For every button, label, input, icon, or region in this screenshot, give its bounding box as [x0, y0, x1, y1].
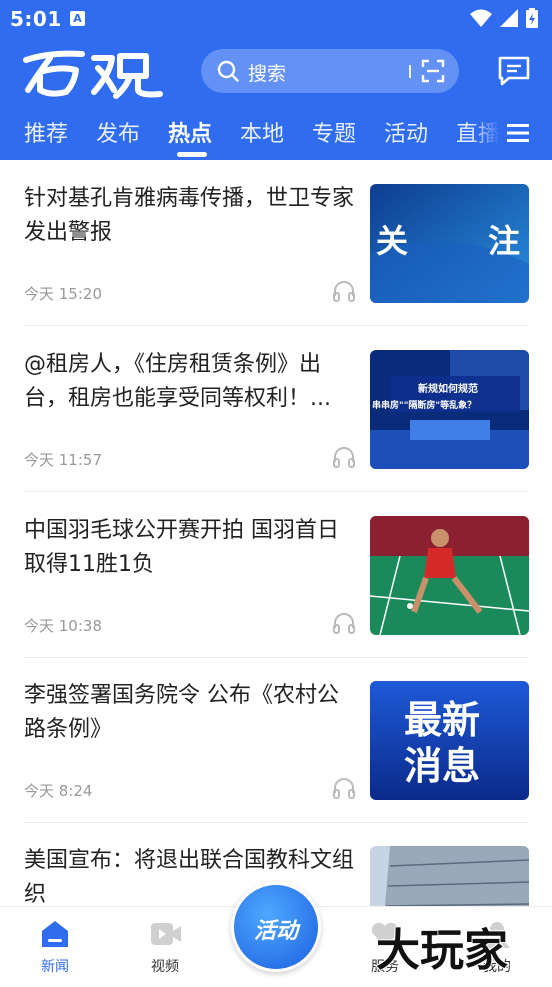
nav-label: 新闻 — [41, 959, 69, 975]
thumb-text-line2: 消息 — [404, 744, 480, 788]
tab-activities[interactable]: 活动 — [384, 116, 428, 148]
news-title: 针对基孔肯雅病毒传播，世卫专家发出警报 — [24, 186, 355, 245]
activity-label: 活动 — [253, 919, 298, 944]
search-placeholder: 搜索 — [248, 63, 287, 85]
search-icon — [217, 60, 239, 82]
tab-topics[interactable]: 专题 — [312, 116, 356, 148]
tab-local[interactable]: 本地 — [240, 116, 284, 148]
news-item[interactable]: 针对基孔肯雅病毒传播，世卫专家发出警报 今天 15:20 关 注 — [24, 160, 529, 326]
wifi-icon — [470, 9, 492, 27]
news-time: 今天 15:20 — [24, 285, 102, 303]
news-thumbnail: 关 注 — [370, 184, 529, 303]
thumb-text-right: 注 — [488, 222, 520, 260]
app-header: 5:01 A 搜索 推荐 发布 热点 本地 专题 活动 — [0, 0, 552, 160]
thumb-text-left: 关 — [376, 222, 408, 260]
headphones-icon[interactable] — [332, 612, 356, 634]
news-time: 今天 11:57 — [24, 451, 102, 469]
menu-icon[interactable] — [505, 120, 531, 146]
news-thumbnail: 新规如何规范 串串房""隔断房"等乱象？ — [370, 350, 529, 469]
news-title: 中国羽毛球公开赛开拍 国羽首日取得11胜1负 — [24, 518, 339, 577]
search-separator — [409, 65, 411, 78]
active-tab-indicator — [177, 152, 207, 157]
news-title: 李强签署国务院令 公布《农村公路条例》 — [24, 683, 339, 742]
tabs-fade — [470, 112, 500, 156]
activity-center-button[interactable]: 活动 — [231, 882, 321, 972]
status-time: 5:01 — [10, 7, 62, 31]
tab-recommend[interactable]: 推荐 — [24, 116, 68, 148]
message-icon[interactable] — [497, 55, 531, 87]
news-item[interactable]: 中国羽毛球公开赛开拍 国羽首日取得11胜1负 今天 10:38 — [24, 492, 529, 658]
status-icons — [470, 8, 538, 28]
news-time: 今天 8:24 — [24, 782, 93, 800]
watermark-logo: 大玩家 — [375, 924, 509, 977]
news-thumbnail: 最新 消息 — [370, 681, 529, 800]
news-title: @租房人，《住房租赁条例》出台，租房也能享受同等权利！... — [24, 352, 331, 411]
news-item[interactable]: @租房人，《住房租赁条例》出台，租房也能享受同等权利！... 今天 11:57 … — [24, 326, 529, 492]
tab-publish[interactable]: 发布 — [96, 116, 140, 148]
thumb-text-line2: 串串房""隔断房"等乱象？ — [372, 399, 476, 411]
thumb-text-line1: 新规如何规范 — [418, 382, 478, 395]
scan-icon[interactable] — [421, 59, 445, 83]
search-bar[interactable]: 搜索 — [201, 49, 459, 93]
svg-text:大玩家: 大玩家 — [376, 925, 508, 976]
news-thumbnail — [370, 516, 529, 635]
headphones-icon[interactable] — [332, 446, 356, 468]
thumb-text-line1: 最新 — [404, 698, 480, 742]
category-tabs: 推荐 发布 热点 本地 专题 活动 直播 — [0, 112, 500, 158]
news-time: 今天 10:38 — [24, 617, 102, 635]
nav-news[interactable]: 新闻 — [15, 907, 95, 984]
headphones-icon[interactable] — [332, 777, 356, 799]
nav-label: 视频 — [151, 959, 179, 975]
app-logo — [23, 50, 163, 99]
video-icon — [151, 923, 181, 945]
status-bar: 5:01 A — [0, 0, 552, 36]
news-icon — [42, 921, 68, 947]
tab-hot[interactable]: 热点 — [168, 116, 212, 148]
headphones-icon[interactable] — [332, 280, 356, 302]
signal-icon — [500, 9, 518, 27]
notification-badge-icon: A — [70, 11, 85, 26]
nav-video[interactable]: 视频 — [125, 907, 205, 984]
battery-icon — [526, 8, 538, 28]
news-item[interactable]: 李强签署国务院令 公布《农村公路条例》 今天 8:24 最新 消息 — [24, 657, 529, 823]
